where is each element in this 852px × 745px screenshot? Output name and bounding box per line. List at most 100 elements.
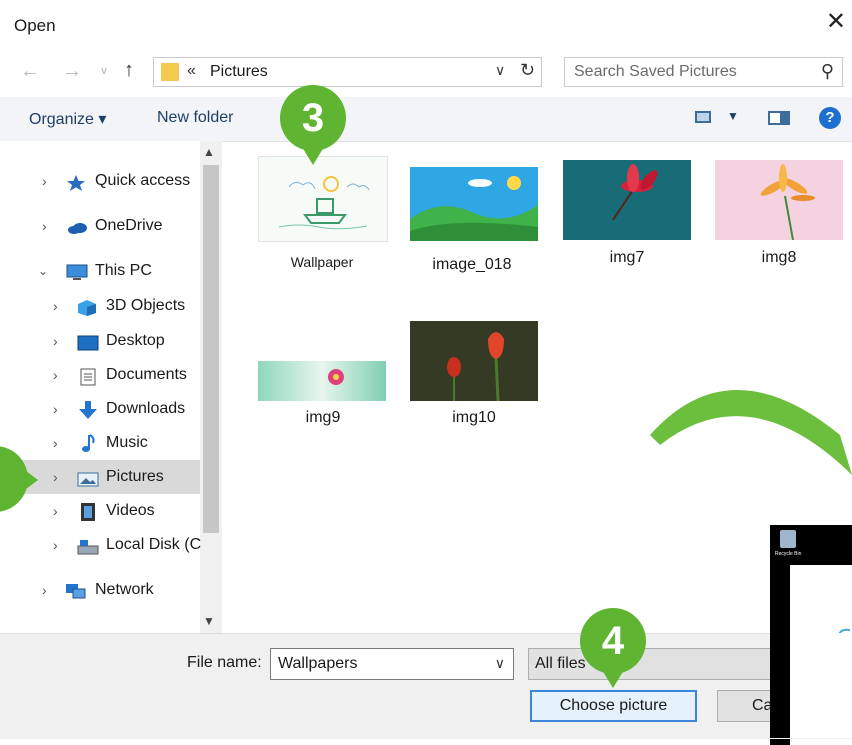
- sidebar-item-3d-objects[interactable]: › 3D Objects: [53, 290, 202, 322]
- sidebar-item-local-disk[interactable]: › Local Disk (C: [53, 529, 202, 561]
- scroll-up-icon[interactable]: ▲: [203, 145, 215, 159]
- file-name-img10[interactable]: img10: [399, 409, 549, 427]
- recent-dropdown-icon[interactable]: ∨: [100, 64, 108, 77]
- chevron-right-icon[interactable]: ›: [53, 359, 58, 391]
- chevron-right-icon[interactable]: ›: [53, 529, 58, 561]
- file-name-img8[interactable]: img8: [704, 249, 852, 267]
- sidebar-item-videos[interactable]: › Videos: [53, 495, 202, 527]
- step-4-callout: 4: [580, 608, 646, 688]
- chevron-right-icon[interactable]: ›: [53, 461, 58, 493]
- callout-pointer: [22, 468, 38, 492]
- sidebar-item-label: Desktop: [106, 332, 165, 349]
- chevron-right-icon[interactable]: ›: [53, 325, 58, 357]
- disk-icon: [77, 536, 99, 555]
- chevron-down-icon[interactable]: ⌄: [38, 255, 48, 287]
- choose-picture-button[interactable]: Choose picture: [530, 690, 697, 722]
- wallpaper-sketch-icon: [278, 176, 370, 230]
- orange-flower-photo-icon: [715, 160, 843, 241]
- file-name-img7[interactable]: img7: [552, 249, 702, 267]
- download-icon: [77, 400, 97, 419]
- preview-pane-icon[interactable]: [768, 111, 790, 125]
- search-icon[interactable]: ⚲: [821, 61, 834, 82]
- search-placeholder: Search Saved Pictures: [574, 63, 737, 80]
- address-folder[interactable]: Pictures: [210, 63, 268, 81]
- title-bar: Open ✕: [0, 0, 852, 50]
- sidebar-item-network[interactable]: › Network: [42, 574, 202, 606]
- network-icon: [64, 581, 86, 599]
- document-icon: [79, 366, 99, 386]
- chevron-down-icon[interactable]: ∨: [495, 655, 505, 672]
- up-arrow-icon[interactable]: ↑: [124, 59, 134, 82]
- folder-icon: [161, 63, 179, 81]
- nav-scrollbar-thumb[interactable]: [203, 165, 219, 533]
- sidebar-item-desktop[interactable]: › Desktop: [53, 325, 202, 357]
- forward-arrow-icon[interactable]: →: [62, 60, 82, 83]
- step-3-callout: 3: [280, 85, 346, 165]
- sidebar-item-label: Local Disk (C: [106, 536, 202, 553]
- sidebar-item-this-pc[interactable]: ⌄ This PC: [38, 255, 202, 287]
- file-thumbnail-img8[interactable]: [715, 160, 843, 241]
- view-options-icon[interactable]: [695, 111, 711, 123]
- cube-icon: [77, 297, 97, 316]
- sidebar-item-label: 3D Objects: [106, 297, 186, 314]
- chevron-right-icon[interactable]: ›: [42, 165, 47, 197]
- file-thumbnail-img10[interactable]: [410, 321, 538, 402]
- sidebar-item-quick-access[interactable]: › Quick access: [42, 165, 202, 197]
- video-icon: [79, 502, 99, 521]
- address-bar[interactable]: « Pictures ∨ ↻: [153, 57, 542, 87]
- file-type-value[interactable]: All files: [535, 655, 586, 673]
- window-title: Open: [14, 16, 56, 35]
- chevron-right-icon[interactable]: ›: [42, 210, 47, 242]
- chevron-right-icon[interactable]: ›: [42, 574, 47, 606]
- chevron-down-icon[interactable]: ▼: [727, 109, 739, 123]
- sidebar-item-label: Pictures: [106, 468, 164, 485]
- sidebar-item-label: Network: [95, 581, 154, 598]
- recycle-bin-icon: [780, 530, 796, 548]
- decorative-arc-icon: [650, 390, 852, 475]
- chevron-right-icon[interactable]: ›: [53, 427, 58, 459]
- file-name-wallpaper[interactable]: Wallpaper: [247, 254, 397, 270]
- command-bar: Organize ▾ New folder ▼ ?: [0, 97, 852, 142]
- sidebar-item-label: This PC: [95, 262, 152, 279]
- help-icon[interactable]: ?: [819, 107, 841, 129]
- refresh-icon[interactable]: ↻: [520, 60, 535, 81]
- pink-flower-photo-icon: [258, 361, 386, 401]
- back-arrow-icon[interactable]: ←: [20, 60, 40, 83]
- pictures-icon: [77, 468, 99, 487]
- chevron-right-icon[interactable]: ›: [53, 393, 58, 425]
- scroll-down-icon[interactable]: ▼: [203, 614, 215, 628]
- sidebar-item-label: OneDrive: [95, 217, 163, 234]
- search-input[interactable]: Search Saved Pictures ⚲: [564, 57, 843, 87]
- music-icon: [79, 434, 99, 452]
- chevron-right-icon[interactable]: ›: [53, 290, 58, 322]
- sidebar-item-music[interactable]: › Music: [53, 427, 202, 459]
- monitor-icon: [66, 262, 88, 280]
- file-type-select[interactable]: All files: [528, 648, 788, 680]
- tulip-photo-icon: [410, 321, 538, 402]
- sidebar-item-documents[interactable]: › Documents: [53, 359, 202, 391]
- address-prefix: «: [187, 62, 196, 79]
- file-thumbnail-image-018[interactable]: [410, 167, 538, 241]
- file-name-field[interactable]: Wallpapers ∨: [270, 648, 514, 680]
- file-name-img9[interactable]: img9: [248, 409, 398, 427]
- desktop-preview-edge: [770, 633, 790, 738]
- sidebar-item-label: Documents: [106, 366, 187, 383]
- new-folder-button[interactable]: New folder: [157, 109, 233, 127]
- file-thumbnail-img9[interactable]: [258, 361, 386, 401]
- sidebar-item-downloads[interactable]: › Downloads: [53, 393, 202, 425]
- sidebar-item-label: Downloads: [106, 400, 186, 417]
- close-icon[interactable]: ✕: [826, 10, 846, 34]
- file-thumbnail-img7[interactable]: [563, 160, 691, 240]
- file-name-image-018[interactable]: image_018: [397, 256, 547, 274]
- recycle-bin-label: Recycle Bin: [775, 551, 802, 557]
- chevron-down-icon[interactable]: ∨: [495, 62, 505, 79]
- sidebar-item-pictures[interactable]: › Pictures: [53, 461, 202, 493]
- sidebar-item-onedrive[interactable]: › OneDrive: [42, 210, 202, 242]
- chevron-right-icon[interactable]: ›: [53, 495, 58, 527]
- file-thumbnail-wallpaper[interactable]: [258, 156, 388, 242]
- file-name-label: File name:: [187, 654, 262, 671]
- organize-menu[interactable]: Organize ▾: [29, 109, 106, 129]
- file-name-value[interactable]: Wallpapers: [278, 655, 357, 673]
- desktop-preview-window-lower: [790, 633, 852, 738]
- sidebar-item-label: Quick access: [95, 172, 191, 189]
